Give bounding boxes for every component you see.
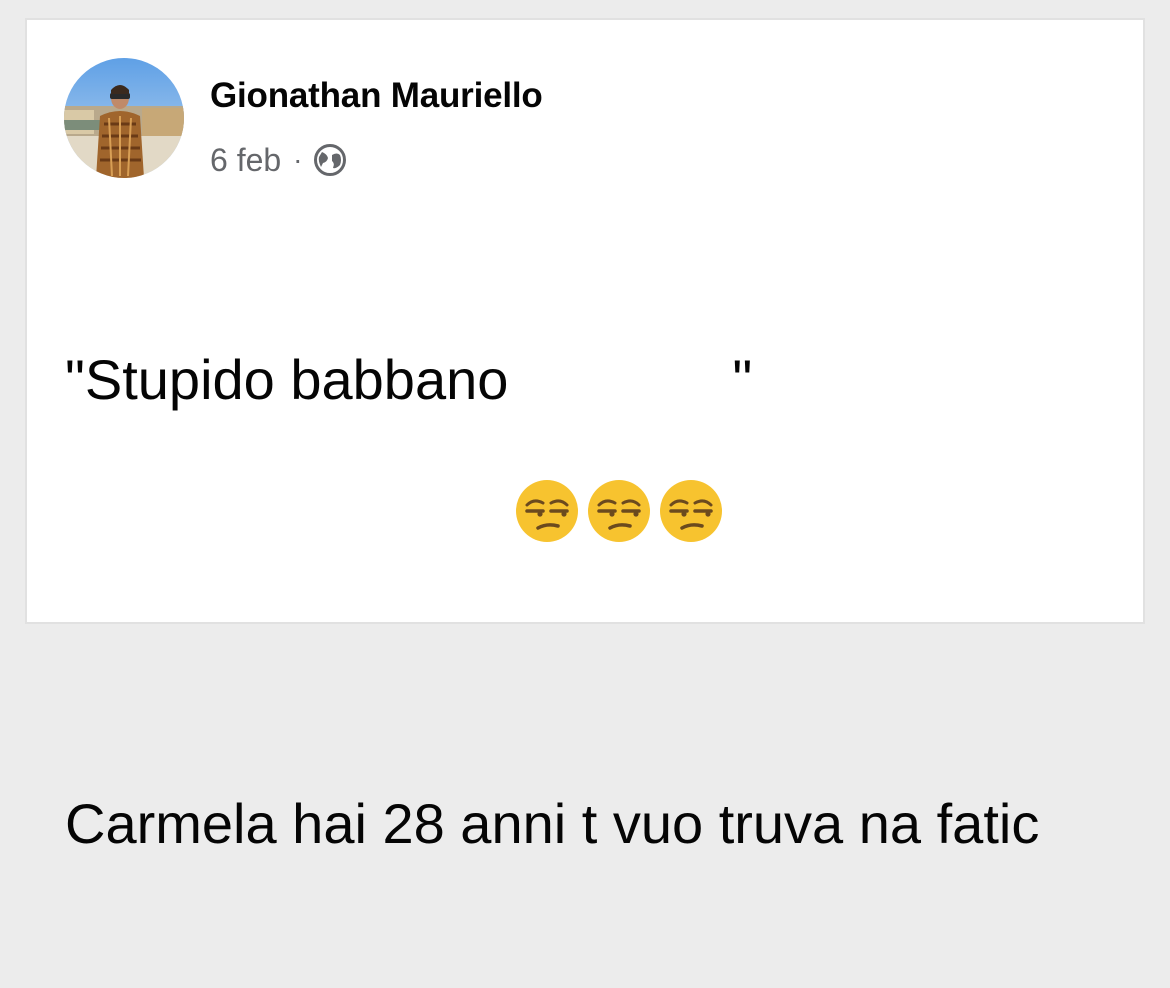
post-text-open: "Stupido babbano	[65, 348, 509, 412]
unamused-face-emoji-icon	[586, 347, 652, 543]
post-card: Gionathan Mauriello 6 feb · "Stupido bab…	[25, 18, 1145, 855]
timestamp[interactable]: 6 feb	[210, 142, 281, 179]
avatar[interactable]	[64, 58, 184, 178]
unamused-face-emoji-icon	[658, 347, 724, 543]
unamused-face-emoji-icon	[514, 347, 580, 543]
post-meta: 6 feb ·	[210, 141, 347, 179]
post-text-close: "	[732, 348, 753, 412]
meta-separator: ·	[293, 144, 303, 175]
post-text-line1: "Stupido babbano "	[65, 347, 1115, 543]
author-name[interactable]: Gionathan Mauriello	[210, 78, 543, 113]
avatar-image	[64, 58, 184, 178]
post-text: "Stupido babbano " Carmela hai 28 anni t…	[65, 216, 1115, 988]
post-text-line2: Carmela hai 28 anni t vuo truva na fatic	[65, 792, 1040, 856]
globe-icon[interactable]	[313, 143, 347, 177]
